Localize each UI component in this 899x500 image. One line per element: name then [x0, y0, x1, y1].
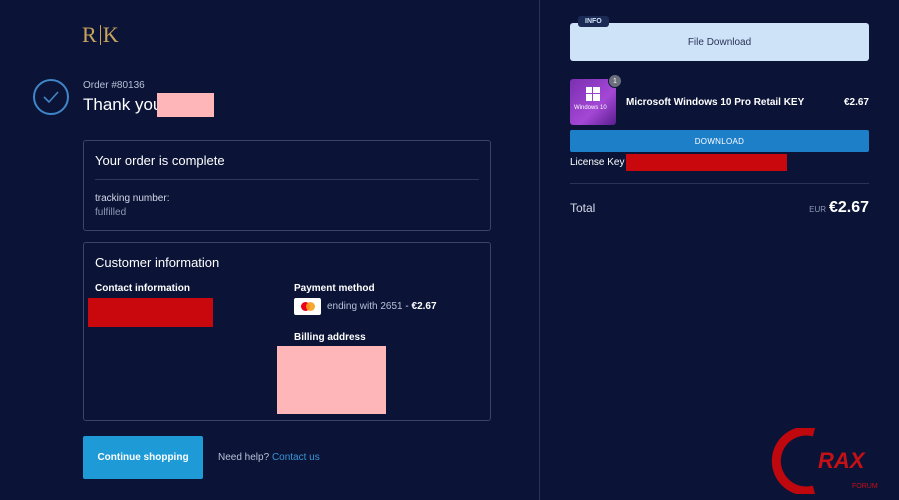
redacted-billing-address: [277, 346, 386, 414]
fulfillment-status: fulfilled: [95, 207, 127, 218]
payment-amount: €2.67: [411, 301, 437, 312]
payment-method-label: Payment method: [294, 283, 375, 294]
download-button[interactable]: DOWNLOAD: [570, 130, 869, 152]
logo-divider: [99, 25, 101, 45]
card-ending: ending with 2651: [327, 301, 403, 312]
total-amount: €2.67: [828, 199, 869, 216]
product-image-text: Windows 10: [574, 105, 607, 111]
card-divider: [95, 179, 479, 180]
quantity-badge: 1: [608, 74, 622, 88]
logo-letter-r: R: [82, 22, 98, 47]
product-name: Microsoft Windows 10 Pro Retail KEY: [626, 97, 805, 108]
info-badge: INFO: [578, 16, 609, 27]
order-complete-title: Your order is complete: [95, 153, 225, 168]
payment-detail: ending with 2651 - €2.67: [327, 301, 437, 312]
payment-separator: -: [402, 301, 412, 312]
thank-you-heading: Thank you: [83, 95, 163, 114]
tracking-label: tracking number:: [95, 193, 170, 204]
continue-shopping-button[interactable]: Continue shopping: [83, 436, 203, 479]
license-key-label: License Key :: [570, 157, 631, 168]
watermark-subtext: FORUM: [852, 483, 878, 490]
watermark-text: RAX: [818, 448, 866, 473]
contact-us-link[interactable]: Contact us: [272, 452, 320, 463]
mastercard-icon: [294, 298, 321, 315]
check-circle-icon: [33, 79, 69, 115]
summary-divider: [570, 183, 869, 184]
redacted-license-key: [626, 154, 787, 171]
store-logo[interactable]: RK: [82, 22, 120, 48]
forum-watermark-logo: RAX FORUM: [771, 428, 878, 494]
billing-address-label: Billing address: [294, 332, 366, 343]
windows-logo-icon: [586, 87, 600, 101]
need-help-label: Need help?: [218, 452, 270, 463]
contact-information-label: Contact information: [95, 283, 190, 294]
order-number: Order #80136: [83, 80, 145, 91]
customer-information-title: Customer information: [95, 255, 220, 270]
logo-letter-k: K: [102, 22, 120, 47]
file-download-title: File Download: [687, 37, 752, 48]
order-summary-panel: [539, 0, 899, 500]
total-label: Total: [570, 201, 596, 215]
redacted-customer-name: [157, 93, 214, 117]
help-text: Need help? Contact us: [218, 452, 320, 463]
currency-code: EUR: [809, 205, 826, 214]
product-price: €2.67: [843, 97, 869, 108]
redacted-contact-info: [88, 298, 213, 327]
